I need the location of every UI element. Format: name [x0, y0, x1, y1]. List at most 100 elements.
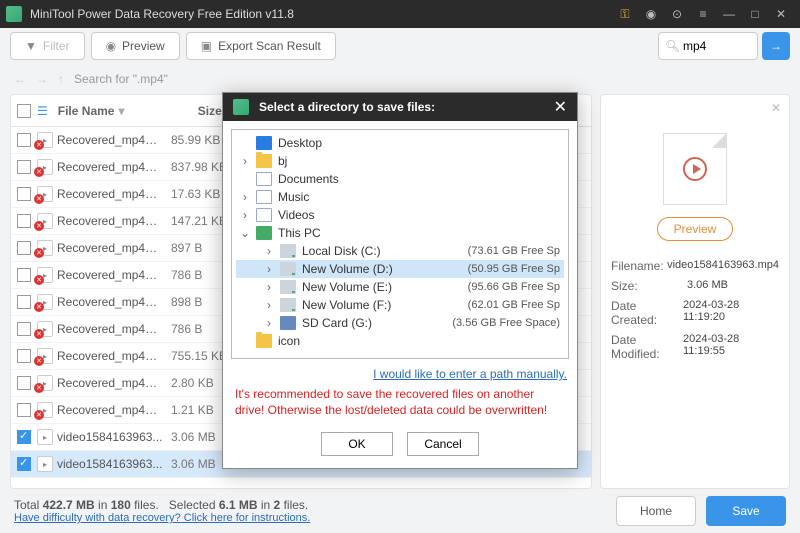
- manual-path-link[interactable]: I would like to enter a path manually.: [223, 367, 577, 381]
- nav-up-icon[interactable]: ↑: [58, 72, 64, 86]
- row-checkbox[interactable]: [17, 457, 31, 471]
- file-size: 837.98 KB: [163, 160, 227, 174]
- tree-node[interactable]: ›SD Card (G:)(3.56 GB Free Space): [236, 314, 564, 332]
- file-name: video1584163963...: [57, 430, 163, 444]
- tree-twisty-icon[interactable]: ›: [264, 280, 274, 294]
- tree-label: New Volume (D:): [302, 262, 462, 276]
- row-checkbox[interactable]: [17, 133, 31, 147]
- file-name: Recovered_mp4_f...: [57, 160, 163, 174]
- minimize-icon[interactable]: —: [716, 0, 742, 28]
- tree-label: Desktop: [278, 136, 554, 150]
- drive-icon: [280, 244, 296, 258]
- tree-twisty-icon[interactable]: ›: [264, 298, 274, 312]
- tree-twisty-icon[interactable]: ⌄: [240, 226, 250, 240]
- search-go-button[interactable]: →: [762, 32, 790, 60]
- close-icon[interactable]: ✕: [768, 0, 794, 28]
- cancel-button[interactable]: Cancel: [407, 432, 479, 456]
- doc-icon: [256, 208, 272, 222]
- preview-button[interactable]: ◉Preview: [91, 32, 180, 60]
- row-checkbox[interactable]: [17, 268, 31, 282]
- tree-label: New Volume (F:): [302, 298, 462, 312]
- meta-modified: 2024-03-28 11:19:55: [683, 333, 779, 361]
- dialog-close-icon[interactable]: ✕: [554, 97, 567, 117]
- tree-node[interactable]: ›Local Disk (C:)(73.61 GB Free Sp: [236, 242, 564, 260]
- menu-icon[interactable]: ≡: [690, 0, 716, 28]
- file-size: 3.06 MB: [163, 457, 216, 471]
- file-name: Recovered_mp4_f...: [57, 349, 163, 363]
- tree-twisty-icon[interactable]: ›: [240, 154, 250, 168]
- list-type-icon[interactable]: ☰: [37, 104, 48, 118]
- file-icon: ▸: [37, 456, 53, 472]
- tree-twisty-icon[interactable]: ›: [264, 262, 274, 276]
- save-button[interactable]: Save: [706, 496, 786, 526]
- play-icon: [683, 157, 707, 181]
- tree-node[interactable]: ›Videos: [236, 206, 564, 224]
- file-icon: ▸✕: [37, 375, 53, 391]
- tree-node[interactable]: Desktop: [236, 134, 564, 152]
- tree-node[interactable]: ›New Volume (F:)(62.01 GB Free Sp: [236, 296, 564, 314]
- nav-forward-icon[interactable]: →: [36, 72, 48, 86]
- export-button[interactable]: ▣Export Scan Result: [186, 32, 336, 60]
- headset-icon[interactable]: ⊙: [664, 0, 690, 28]
- dialog-warning: It's recommended to save the recovered f…: [223, 381, 577, 424]
- select-all-checkbox[interactable]: [17, 104, 31, 118]
- tree-node[interactable]: ⌄This PC: [236, 224, 564, 242]
- preview-open-button[interactable]: Preview: [657, 217, 734, 241]
- save-dialog: Select a directory to save files: ✕ Desk…: [222, 92, 578, 469]
- folder-icon: [256, 154, 272, 168]
- filter-button[interactable]: ▼Filter: [10, 32, 85, 60]
- maximize-icon[interactable]: □: [742, 0, 768, 28]
- tree-node[interactable]: Documents: [236, 170, 564, 188]
- row-checkbox[interactable]: [17, 430, 31, 444]
- file-icon: ▸✕: [37, 132, 53, 148]
- row-checkbox[interactable]: [17, 160, 31, 174]
- tree-twisty-icon[interactable]: ›: [264, 244, 274, 258]
- row-checkbox[interactable]: [17, 403, 31, 417]
- tree-freespace: (95.66 GB Free Sp: [468, 281, 560, 293]
- footer-stats: Total 422.7 MB in 180 files. Selected 6.…: [14, 498, 310, 512]
- tree-twisty-icon[interactable]: ›: [264, 316, 274, 330]
- col-filename[interactable]: File Name▾: [50, 104, 190, 118]
- tree-node[interactable]: icon: [236, 332, 564, 350]
- nav-back-icon[interactable]: ←: [14, 72, 26, 86]
- search-input[interactable]: 🔍︎: [658, 32, 758, 60]
- key-icon[interactable]: ⚿: [612, 0, 638, 28]
- desktop-icon: [256, 136, 272, 150]
- meta-size: 3.06 MB: [687, 279, 728, 293]
- help-link[interactable]: Have difficulty with data recovery? Clic…: [14, 512, 310, 524]
- toolbar: ▼Filter ◉Preview ▣Export Scan Result 🔍︎ …: [0, 28, 800, 64]
- row-checkbox[interactable]: [17, 214, 31, 228]
- tree-node[interactable]: › Music: [236, 188, 564, 206]
- row-checkbox[interactable]: [17, 349, 31, 363]
- row-checkbox[interactable]: [17, 295, 31, 309]
- file-icon: ▸✕: [37, 321, 53, 337]
- row-checkbox[interactable]: [17, 376, 31, 390]
- meta-filename: video1584163963.mp4: [667, 259, 779, 273]
- tree-label: bj: [278, 154, 554, 168]
- eye-icon: ◉: [106, 39, 116, 53]
- drive-icon: [280, 280, 296, 294]
- tree-node[interactable]: › New Volume (D:) (50.95 GB Free Sp: [236, 260, 564, 278]
- row-checkbox[interactable]: [17, 187, 31, 201]
- tree-node[interactable]: › bj: [236, 152, 564, 170]
- tree-twisty-icon[interactable]: ›: [240, 190, 250, 204]
- tree-freespace: (50.95 GB Free Sp: [468, 263, 560, 275]
- dialog-header: Select a directory to save files: ✕: [223, 93, 577, 121]
- preview-thumbnail: [663, 133, 727, 205]
- home-button[interactable]: Home: [616, 496, 696, 526]
- tree-node[interactable]: ›New Volume (E:)(95.66 GB Free Sp: [236, 278, 564, 296]
- file-icon: ▸✕: [37, 267, 53, 283]
- row-checkbox[interactable]: [17, 322, 31, 336]
- globe-icon[interactable]: ◉: [638, 0, 664, 28]
- preview-close-icon[interactable]: ✕: [771, 101, 781, 115]
- doc-icon: [256, 190, 272, 204]
- file-name: Recovered_mp4_f...: [57, 295, 163, 309]
- row-checkbox[interactable]: [17, 241, 31, 255]
- file-name: Recovered_mp4_f...: [57, 214, 163, 228]
- tree-label: SD Card (G:): [302, 316, 446, 330]
- tree-twisty-icon[interactable]: ›: [240, 208, 250, 222]
- tree-label: Music: [278, 190, 554, 204]
- filter-icon: ▼: [25, 39, 37, 53]
- file-size: 3.06 MB: [163, 430, 216, 444]
- ok-button[interactable]: OK: [321, 432, 393, 456]
